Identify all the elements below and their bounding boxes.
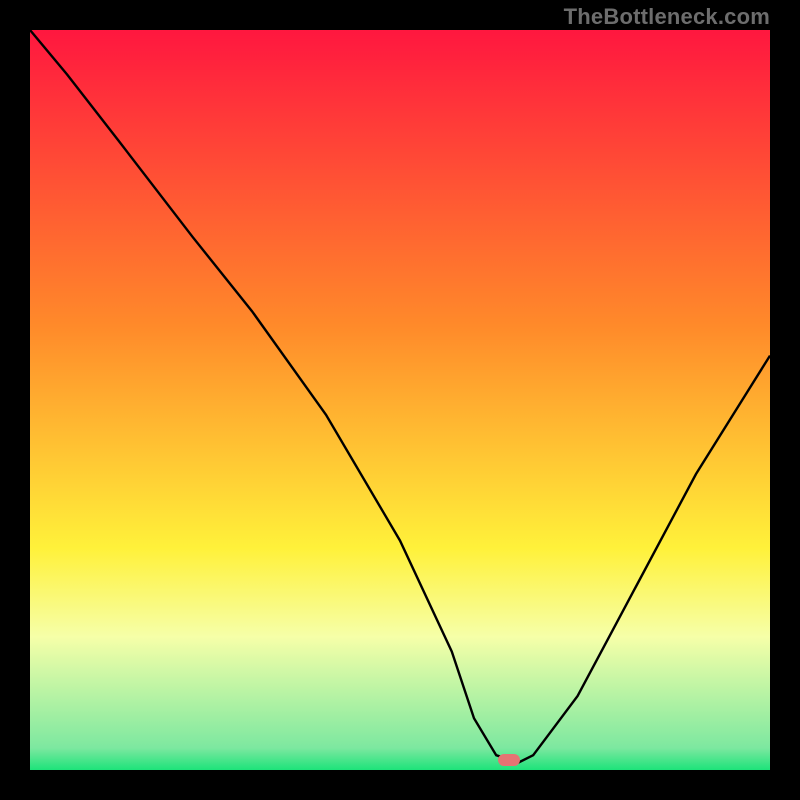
watermark-text: TheBottleneck.com bbox=[564, 4, 770, 30]
chart-container: TheBottleneck.com bbox=[0, 0, 800, 800]
frame-bottom bbox=[0, 770, 800, 800]
frame-left bbox=[0, 0, 30, 800]
minimum-marker bbox=[498, 754, 520, 766]
plot-area bbox=[30, 30, 770, 770]
frame-right bbox=[770, 0, 800, 800]
bottleneck-curve bbox=[30, 30, 770, 770]
